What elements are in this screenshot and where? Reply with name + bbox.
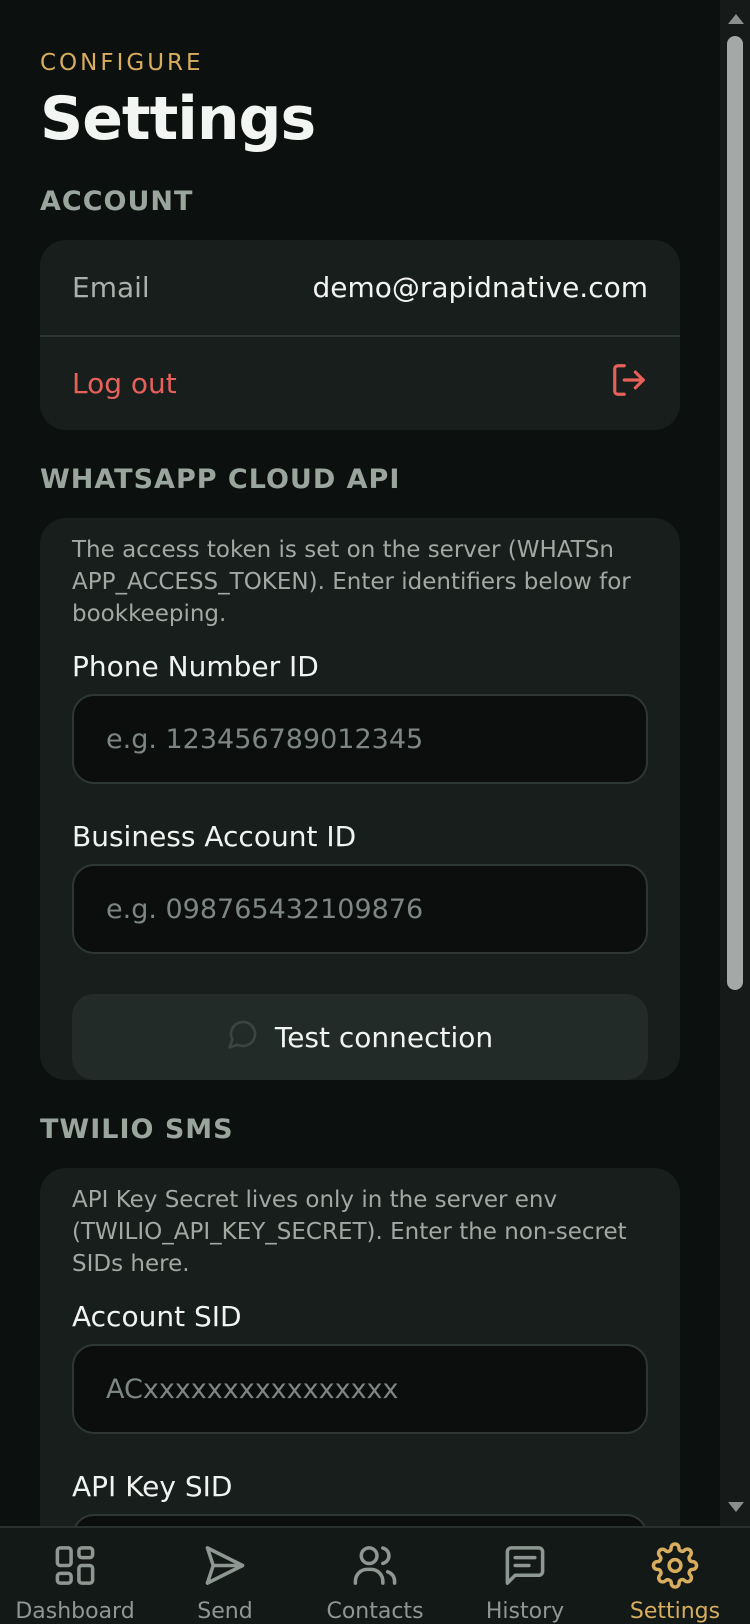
message-square-icon [505, 1546, 545, 1585]
whatsapp-card: The access token is set on the server (W… [40, 518, 680, 1080]
page-eyebrow: CONFIGURE [40, 50, 204, 76]
chat-bubble-icon [227, 1018, 259, 1057]
grid-icon [55, 1546, 95, 1585]
phone-number-id-label: Phone Number ID [72, 650, 319, 683]
api-key-sid-label: API Key SID [72, 1470, 233, 1503]
twilio-card: API Key Secret lives only in the server … [40, 1168, 680, 1604]
business-account-id-placeholder: e.g. 098765432109876 [106, 893, 424, 925]
whatsapp-section-title: WHATSAPP CLOUD API [40, 464, 401, 495]
account-sid-input[interactable]: ACxxxxxxxxxxxxxxxx [72, 1344, 648, 1434]
page-title: Settings [40, 84, 316, 154]
tab-contacts-label: Contacts [326, 1599, 424, 1624]
whatsapp-help-text: The access token is set on the server (W… [72, 537, 631, 627]
tab-dashboard[interactable]: Dashboard [0, 1528, 150, 1624]
logout-icon [610, 361, 648, 406]
logout-label: Log out [72, 367, 177, 400]
test-connection-button[interactable]: Test connection [72, 994, 648, 1080]
scroll-up-arrow-icon[interactable] [728, 14, 744, 24]
account-sid-label: Account SID [72, 1300, 242, 1333]
business-account-id-input[interactable]: e.g. 098765432109876 [72, 864, 648, 954]
send-icon [205, 1546, 245, 1585]
gear-icon [651, 1542, 699, 1589]
tab-settings[interactable]: Settings [600, 1528, 750, 1624]
business-account-id-label: Business Account ID [72, 820, 357, 853]
email-value: demo@rapidnative.com [312, 271, 648, 304]
scroll-down-arrow-icon[interactable] [728, 1502, 744, 1512]
tab-send[interactable]: Send [150, 1528, 300, 1624]
tab-history[interactable]: History [450, 1528, 600, 1624]
tab-settings-label: Settings [629, 1599, 721, 1624]
tab-contacts[interactable]: Contacts [300, 1528, 450, 1624]
tab-send-label: Send [197, 1599, 253, 1624]
logout-button[interactable]: Log out [40, 335, 680, 430]
twilio-help-text: API Key Secret lives only in the server … [72, 1187, 627, 1277]
users-icon [353, 1546, 397, 1585]
tab-history-label: History [485, 1599, 565, 1624]
account-section-title: ACCOUNT [40, 186, 194, 217]
account-sid-placeholder: ACxxxxxxxxxxxxxxxx [106, 1373, 399, 1405]
email-row: Email demo@rapidnative.com [40, 240, 680, 335]
phone-number-id-input[interactable]: e.g. 123456789012345 [72, 694, 648, 784]
twilio-section-title: TWILIO SMS [40, 1114, 234, 1145]
scrollbar[interactable] [720, 0, 750, 1526]
account-card: Email demo@rapidnative.com Log out [40, 240, 680, 430]
scrollbar-thumb[interactable] [727, 36, 743, 990]
tab-dashboard-label: Dashboard [15, 1599, 135, 1624]
phone-number-id-placeholder: e.g. 123456789012345 [106, 723, 424, 755]
test-connection-label: Test connection [274, 1020, 494, 1054]
email-label: Email [72, 271, 150, 304]
bottom-tab-bar: Dashboard Send Contacts History Settings [0, 1526, 750, 1624]
